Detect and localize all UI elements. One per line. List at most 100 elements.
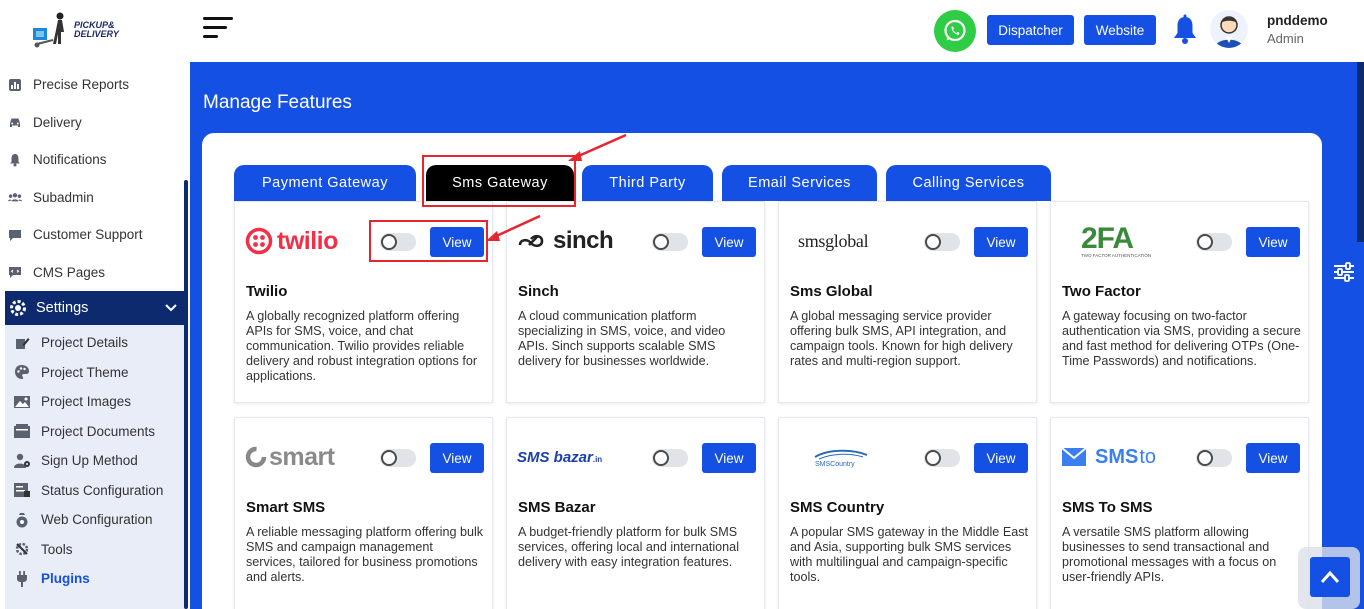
provider-card-sms-country: SMSCountry View SMS Country A popular SM… (778, 417, 1037, 609)
enable-toggle[interactable] (652, 233, 688, 251)
users-icon (8, 190, 22, 204)
sidebar-item-precise-reports[interactable]: Precise Reports (0, 66, 190, 104)
provider-name: Sinch (518, 283, 559, 300)
view-button[interactable]: View (702, 443, 756, 473)
sidebar-item-project-theme[interactable]: Project Theme (5, 358, 185, 388)
page-title: Manage Features (203, 92, 352, 113)
plug-icon (13, 570, 31, 587)
gear-icon (8, 298, 28, 318)
view-button[interactable]: View (702, 227, 756, 257)
provider-card-smart-sms: smart View Smart SMS A reliable messagin… (234, 417, 493, 609)
sidebar-item-sign-up-method[interactable]: Sign Up Method (5, 446, 185, 476)
smscountry-swoosh-icon (814, 449, 868, 459)
website-button[interactable]: Website (1084, 15, 1156, 45)
status-icon (13, 482, 31, 498)
bell-icon (8, 153, 22, 167)
sidebar-item-label: Project Theme (41, 364, 129, 380)
logo-subtext: to (1139, 445, 1157, 468)
image-icon (13, 394, 31, 410)
enable-toggle[interactable] (1196, 449, 1232, 467)
sidebar-scrollbar[interactable] (184, 180, 188, 609)
provider-name: Smart SMS (246, 499, 326, 516)
app-logo[interactable]: PICKUP& DELIVERY (31, 8, 119, 52)
provider-description: A versatile SMS platform allowing busine… (1062, 525, 1277, 584)
sidebar-item-label: Plugins (41, 571, 90, 587)
bag-icon (13, 512, 31, 528)
sidebar-item-settings[interactable]: Settings (5, 291, 185, 325)
notification-bell-icon[interactable] (1171, 14, 1199, 46)
logo-text: SMSCountry (815, 460, 855, 468)
enable-toggle[interactable] (1196, 233, 1232, 251)
provider-description: A budget-friendly platform for bulk SMS … (518, 525, 739, 569)
logo-text: sinch (553, 227, 614, 254)
sidebar-item-project-details[interactable]: Project Details (5, 328, 185, 358)
tools-icon (13, 541, 31, 557)
logo-text: PICKUP& DELIVERY (74, 20, 119, 39)
tab-third-party[interactable]: Third Party (582, 165, 713, 201)
sidebar-item-label: Subadmin (33, 189, 94, 205)
provider-description: A globally recognized platform offering … (246, 309, 478, 383)
page-scrollbar[interactable] (1357, 62, 1364, 242)
view-button[interactable]: View (1246, 227, 1300, 257)
sidebar-item-label: Project Documents (41, 423, 156, 439)
enable-toggle[interactable] (380, 449, 416, 467)
sidebar-item-subadmin[interactable]: Subadmin (0, 179, 190, 217)
sidebar-item-delivery[interactable]: Delivery (0, 104, 190, 142)
settings-sliders-button[interactable] (1323, 253, 1364, 290)
provider-card-sms-bazar: SMS bazar .in View SMS Bazar A budget-fr… (506, 417, 765, 609)
sidebar-item-plugins[interactable]: Plugins (5, 564, 185, 594)
view-button[interactable]: View (974, 227, 1028, 257)
tab-calling-services[interactable]: Calling Services (886, 165, 1051, 201)
logo-text: SMS bazar (517, 448, 593, 466)
highlight-box-twilio-controls (369, 220, 488, 262)
sidebar-item-status-configuration[interactable]: Status Configuration (5, 476, 185, 506)
top-header: Dispatcher Website pnddemo Admin (190, 0, 1364, 62)
sidebar-item-label: Precise Reports (33, 77, 130, 93)
whatsapp-icon[interactable] (934, 10, 976, 52)
enable-toggle[interactable] (924, 233, 960, 251)
enable-toggle[interactable] (924, 449, 960, 467)
view-button[interactable]: View (1246, 443, 1300, 473)
sidebar-item-project-documents[interactable]: Project Documents (5, 417, 185, 447)
smsto-logo: SMS to (1061, 440, 1186, 474)
provider-card-sms-to-sms: SMS to View SMS To SMS A versatile SMS p… (1050, 417, 1309, 609)
provider-description: A cloud communication platform specializ… (518, 309, 726, 368)
sidebar-item-label: Tools (41, 541, 73, 557)
sidebar-item-label: Delivery (33, 114, 82, 130)
sliders-icon (1333, 261, 1354, 282)
sidebar-item-label: Web Configuration (41, 512, 153, 528)
view-button[interactable]: View (974, 443, 1028, 473)
sidebar-menu: Precise Reports Delivery Notifications S… (0, 66, 190, 609)
highlight-box-sms-tab (422, 155, 576, 207)
smart-logo: smart (245, 440, 370, 474)
provider-description: A global messaging service provider offe… (790, 309, 1013, 368)
scroll-to-top-button[interactable] (1310, 557, 1350, 597)
provider-name: SMS Bazar (518, 499, 596, 516)
logo-text: smsglobal (798, 230, 869, 251)
tab-payment-gateway[interactable]: Payment Gateway (234, 165, 416, 201)
sidebar-item-web-configuration[interactable]: Web Configuration (5, 505, 185, 535)
sidebar-item-label: Status Configuration (41, 482, 164, 498)
sidebar-item-notifications[interactable]: Notifications (0, 141, 190, 179)
sidebar-item-tools[interactable]: Tools (5, 535, 185, 565)
envelope-icon (1061, 447, 1087, 466)
twilio-logo-icon (245, 227, 273, 255)
sidebar-item-label: Project Images (41, 394, 132, 410)
provider-name: Two Factor (1062, 283, 1141, 300)
sidebar-item-label: Notifications (33, 152, 107, 168)
dispatcher-button[interactable]: Dispatcher (987, 15, 1074, 45)
view-button[interactable]: View (430, 443, 484, 473)
avatar[interactable] (1210, 10, 1248, 48)
sidebar-item-customer-support[interactable]: Customer Support (0, 216, 190, 254)
logo-text: smart (269, 442, 335, 471)
enable-toggle[interactable] (652, 449, 688, 467)
sidebar-item-label: Sign Up Method (41, 453, 138, 469)
sidebar-item-project-images[interactable]: Project Images (5, 387, 185, 417)
hamburger-menu-icon[interactable] (203, 17, 233, 41)
pencil-icon (13, 335, 31, 351)
tab-email-services[interactable]: Email Services (722, 165, 877, 201)
sidebar-item-label: Project Details (41, 335, 129, 351)
sidebar-item-cms-pages[interactable]: CMS Pages (0, 254, 190, 292)
sidebar-item-label: Customer Support (33, 227, 143, 243)
logo-subtext: TWO FACTOR AUTHENTICATION (1081, 252, 1152, 258)
